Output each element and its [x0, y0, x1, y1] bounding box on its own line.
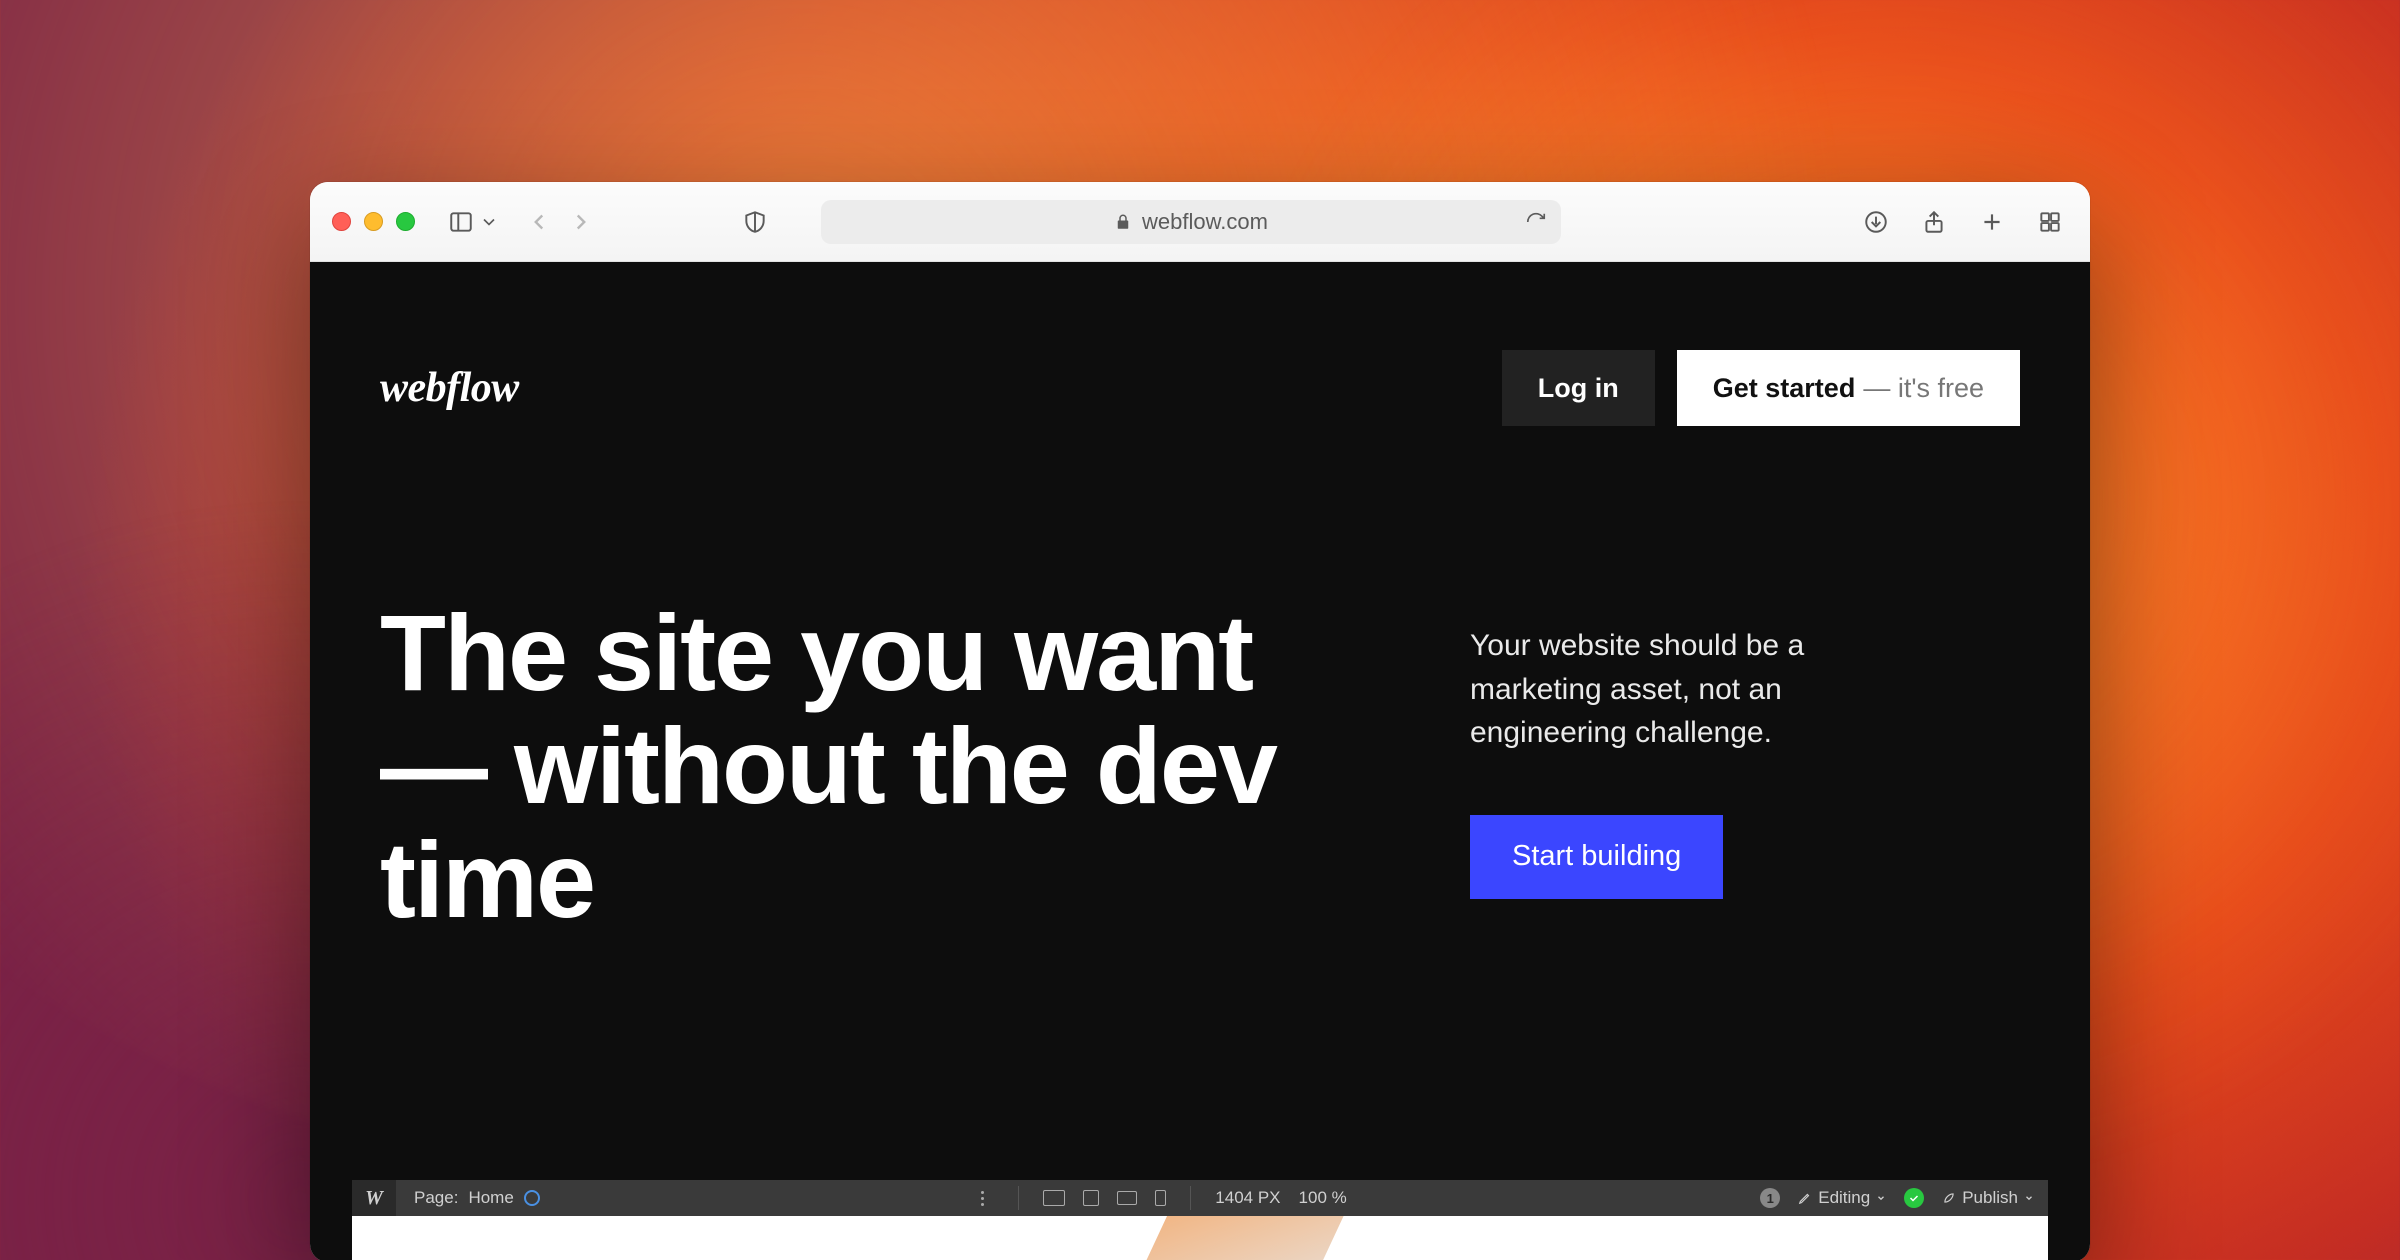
forward-button[interactable] [563, 204, 599, 240]
url-text: webflow.com [1142, 209, 1268, 235]
get-started-button[interactable]: Get started — it's free [1677, 350, 2020, 426]
minimize-window-button[interactable] [364, 212, 383, 231]
close-window-button[interactable] [332, 212, 351, 231]
divider [1018, 1186, 1019, 1210]
new-tab-button[interactable] [1974, 204, 2010, 240]
hero-section: The site you want — without the dev time… [380, 596, 2020, 936]
hero-subtext: Your website should be a marketing asset… [1470, 624, 1900, 755]
privacy-report-button[interactable] [737, 204, 773, 240]
editor-canvas-preview [352, 1216, 2048, 1260]
get-started-suffix: — it's free [1863, 373, 1984, 404]
tab-overview-button[interactable] [2032, 204, 2068, 240]
grid-icon [2037, 209, 2063, 235]
plus-icon [1979, 209, 2005, 235]
chevron-left-icon [526, 209, 552, 235]
canvas-shape-graphic [1140, 1216, 1353, 1260]
get-started-label: Get started [1713, 373, 1856, 404]
webflow-logo[interactable]: webflow [380, 364, 519, 412]
download-icon [1863, 209, 1889, 235]
zoom-label: 100 % [1299, 1188, 1347, 1208]
sidebar-toggle-button[interactable] [443, 204, 479, 240]
share-icon [1921, 209, 1947, 235]
hero-headline: The site you want — without the dev time [380, 596, 1360, 936]
chevron-right-icon [568, 209, 594, 235]
desktop-breakpoint-button[interactable] [1043, 1190, 1065, 1206]
site-header: webflow Log in Get started — it's free [380, 350, 2020, 426]
publish-label: Publish [1962, 1188, 2018, 1208]
login-button[interactable]: Log in [1502, 350, 1655, 426]
status-ok-icon [1904, 1188, 1924, 1208]
sidebar-icon [448, 209, 474, 235]
divider [1190, 1186, 1191, 1210]
editing-mode-dropdown[interactable]: Editing [1798, 1188, 1886, 1208]
safari-toolbar: webflow.com [310, 182, 2090, 262]
browser-window: webflow.com webflow Log in [310, 182, 2090, 1260]
status-dot-icon [524, 1190, 540, 1206]
tablet-landscape-breakpoint-button[interactable] [1117, 1191, 1137, 1205]
editor-page-name: Home [468, 1188, 513, 1208]
editor-page-prefix: Page: [414, 1188, 458, 1208]
sidebar-dropdown-button[interactable] [479, 204, 499, 240]
shield-icon [742, 209, 768, 235]
reload-icon[interactable] [1525, 211, 1547, 233]
canvas-width-label: 1404 PX [1215, 1188, 1280, 1208]
page-content: webflow Log in Get started — it's free T… [310, 262, 2090, 1260]
webflow-editor-preview: W Page: Home 1404 PX 100 % [352, 1180, 2048, 1260]
share-button[interactable] [1916, 204, 1952, 240]
publish-dropdown[interactable]: Publish [1942, 1188, 2034, 1208]
pencil-icon [1798, 1191, 1812, 1205]
downloads-button[interactable] [1858, 204, 1894, 240]
back-button[interactable] [521, 204, 557, 240]
window-controls [332, 212, 415, 231]
chevron-down-icon [2024, 1193, 2034, 1203]
lock-icon [1114, 213, 1132, 231]
phone-breakpoint-button[interactable] [1155, 1190, 1166, 1206]
editor-page-selector[interactable]: Page: Home [396, 1188, 558, 1208]
editor-toolbar: W Page: Home 1404 PX 100 % [352, 1180, 2048, 1216]
chevron-down-icon [1876, 1193, 1886, 1203]
rocket-icon [1942, 1191, 1956, 1205]
address-bar[interactable]: webflow.com [821, 200, 1561, 244]
editing-label: Editing [1818, 1188, 1870, 1208]
collaborator-count-badge[interactable]: 1 [1760, 1188, 1780, 1208]
tablet-portrait-breakpoint-button[interactable] [1083, 1190, 1099, 1206]
start-building-button[interactable]: Start building [1470, 815, 1723, 899]
maximize-window-button[interactable] [396, 212, 415, 231]
webflow-mark-icon[interactable]: W [352, 1180, 396, 1216]
chevron-down-icon [479, 209, 499, 235]
editor-more-menu[interactable] [971, 1191, 994, 1206]
